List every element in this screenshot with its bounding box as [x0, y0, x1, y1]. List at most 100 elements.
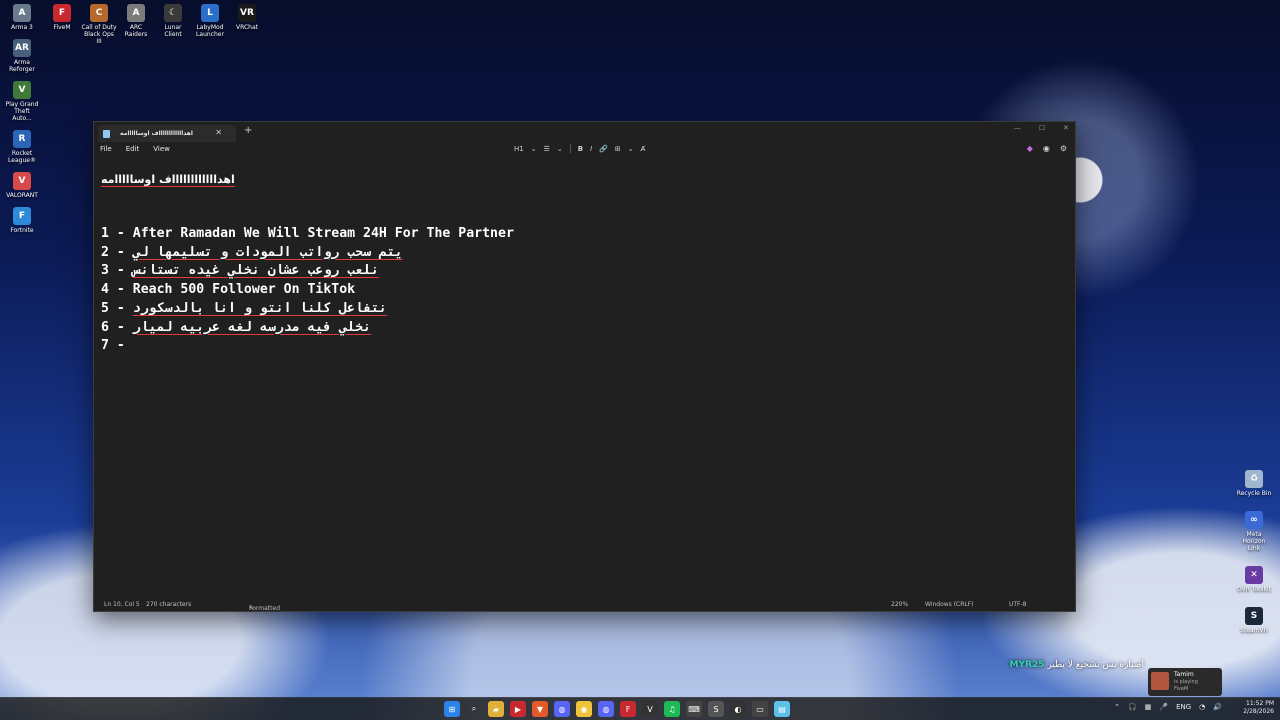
network-icon[interactable]: ▦ [1145, 703, 1152, 711]
fivem-icon: F [53, 4, 71, 22]
account-icon[interactable]: ◉ [1043, 144, 1050, 153]
settings-gear-icon[interactable]: ⚙ [1060, 144, 1067, 153]
toolbar-divider [569, 144, 571, 153]
format-toolbar: H1 ⌄ ☰ ⌄ B I 🔗 ⊞ ⌄ A̸ [514, 144, 645, 153]
status-bar: Ln 10, Col 5 270 characters ✎ Formatted … [94, 597, 1075, 612]
time: 11:52 PM [1246, 700, 1274, 707]
chevron-down-icon: ⌄ [556, 144, 563, 153]
volume-icon[interactable]: 🔊 [1213, 703, 1222, 711]
language-indicator[interactable]: ENG [1176, 703, 1191, 711]
clear-formatting-icon[interactable]: A̸ [641, 145, 646, 153]
list-item: 4 - Reach 500 Follower On TikTok [101, 282, 356, 298]
heading-dropdown[interactable]: H1 [514, 145, 524, 153]
menu-view[interactable]: View [153, 145, 170, 153]
arma-reforger-icon: AR [13, 39, 31, 57]
notepad-task-icon[interactable]: ▤ [774, 701, 790, 717]
popup-game: FiveM [1174, 686, 1189, 692]
zoom-level[interactable]: 220% [891, 601, 908, 608]
discord-canary-icon[interactable]: ◍ [598, 701, 614, 717]
desktop-icon-steamvr[interactable]: S SteamVR [1236, 607, 1272, 634]
menu-file[interactable]: File [100, 145, 112, 153]
desktop-icon-arc-raiders[interactable]: A ARC Raiders [118, 4, 154, 45]
spotify-icon[interactable]: ♫ [664, 701, 680, 717]
list-icon[interactable]: ☰ [544, 145, 550, 153]
taskbar: ⊞ ⌕ ▰ ▶ ▼ ◍ ◉ ◍ F V ♫ ⌨ S ◐ ▭ ▤ ⌃ 🎧 ▦ 🎤 … [0, 697, 1280, 720]
media-icon[interactable]: ▶ [510, 701, 526, 717]
menu-edit[interactable]: Edit [126, 145, 140, 153]
fortnite-icon: F [13, 207, 31, 225]
avatar [1151, 672, 1169, 690]
right-controls: ◆ ◉ ⚙ [1027, 144, 1067, 153]
brave-icon[interactable]: ▼ [532, 701, 548, 717]
valorant-icon: V [13, 172, 31, 190]
list-item: 6 - نخلي فيه مدرسه لغه عربيه لميار [101, 319, 371, 335]
list-item: 2 - يتم سحب رواتب المودات و تسليمها لي [101, 244, 403, 260]
rocket-league-icon: R [13, 130, 31, 148]
desktop-icon-meta-link[interactable]: ∞ Meta Horizon Link [1236, 511, 1272, 552]
fivem-task-icon[interactable]: F [620, 701, 636, 717]
vrchat-task-icon[interactable]: V [642, 701, 658, 717]
start-icon[interactable]: ⊞ [444, 701, 460, 717]
tab-document[interactable]: اهدااااااااااااف اوسااااامه ✕ [98, 125, 236, 142]
desktop-icon-cod[interactable]: C Call of Duty Black Ops III [81, 4, 117, 45]
steam-icon[interactable]: S [708, 701, 724, 717]
maximize-icon[interactable]: ☐ [1039, 124, 1045, 132]
arma3-icon: A [13, 4, 31, 22]
popup-user: Tamim [1174, 671, 1194, 678]
discord-icon[interactable]: ◍ [554, 701, 570, 717]
tray-chevron-icon[interactable]: ⌃ [1114, 703, 1120, 711]
close-window-icon[interactable]: ✕ [1063, 124, 1069, 132]
link-icon[interactable]: 🔗 [599, 145, 608, 153]
editor-area[interactable]: اهدااااااااااااف اوسااااامه 1 - After Ra… [94, 158, 1075, 597]
title-bar: اهدااااااااااااف اوسااااامه ✕ + — ☐ ✕ [94, 122, 1075, 142]
date: 2/28/2026 [1243, 708, 1274, 715]
terminal-icon[interactable]: ⌨ [686, 701, 702, 717]
desktop-icon-lunar-client[interactable]: ☾ Lunar Client [155, 4, 191, 45]
mic-icon[interactable]: 🎤 [1159, 703, 1168, 711]
desktop-icon-fivem[interactable]: F FiveM [44, 4, 80, 45]
taskbar-apps: ⊞ ⌕ ▰ ▶ ▼ ◍ ◉ ◍ F V ♫ ⌨ S ◐ ▭ ▤ [444, 701, 790, 717]
chrome-icon[interactable]: ◉ [576, 701, 592, 717]
desktop-icon-arma-reforger[interactable]: AR Arma Reforger [4, 39, 40, 73]
desktop-top-icons: F FiveM C Call of Duty Black Ops III A ARC … [44, 4, 265, 45]
desktop-icon-labymod[interactable]: L LabyMod Launcher [192, 4, 228, 45]
document-heading: اهدااااااااااااف اوسااااامه [101, 173, 235, 186]
list-item: 5 - نتفاعل كلنا انتو و انا بالدسكورد [101, 300, 387, 316]
search-icon[interactable]: ⌕ [466, 701, 482, 717]
file-explorer-icon[interactable]: ▰ [488, 701, 504, 717]
menu-bar: File Edit View H1 ⌄ ☰ ⌄ B I 🔗 ⊞ ⌄ A̸ ◆ ◉… [94, 142, 1075, 158]
window-icon[interactable]: ▭ [752, 701, 768, 717]
wifi-icon[interactable]: ◔ [1199, 703, 1205, 711]
desktop-icon-arma3[interactable]: A Arma 3 [4, 4, 40, 31]
italic-button[interactable]: I [590, 145, 592, 153]
activity-popup[interactable]: Tamim is playing FiveM [1148, 668, 1222, 696]
list-item: 3 - نلعب روعب عشان نخلي غيده تستانس [101, 263, 379, 279]
chevron-down-icon: ⌄ [530, 144, 537, 153]
desktop-icon-vrchat[interactable]: VR VRChat [229, 4, 265, 45]
table-icon[interactable]: ⊞ [615, 145, 621, 153]
chat-username: MYR25 [1009, 660, 1045, 670]
desktop-icon-recycle-bin[interactable]: ♻ Recycle Bin [1236, 470, 1272, 497]
tab-title: اهدااااااااااااف اوسااااامه [120, 130, 193, 137]
close-tab-icon[interactable]: ✕ [215, 128, 222, 137]
app-icon[interactable]: ◐ [730, 701, 746, 717]
window-controls: — ☐ ✕ [1014, 124, 1069, 132]
desktop-icon-ovr-toolkit[interactable]: ✕ OVR Toolkit [1236, 566, 1272, 593]
desktop-icon-gta[interactable]: V Play Grand Theft Auto... [4, 81, 40, 122]
new-tab-button[interactable]: + [244, 125, 252, 136]
encoding[interactable]: UTF-8 [1009, 601, 1027, 608]
list-item: 1 - After Ramadan We Will Stream 24H For… [101, 226, 514, 241]
desktop-icon-rocket-league[interactable]: R Rocket League® [4, 130, 40, 164]
desktop-icon-valorant[interactable]: V VALORANT [4, 172, 40, 199]
clock[interactable]: 11:52 PM 2/28/2026 [1243, 700, 1274, 716]
desktop-right-icons: ♻ Recycle Bin ∞ Meta Horizon Link ✕ OVR Too… [1236, 470, 1272, 634]
headset-icon[interactable]: 🎧 [1128, 703, 1137, 711]
character-count: 270 characters [146, 601, 192, 608]
goal-list: 1 - After Ramadan We Will Stream 24H For… [101, 225, 1068, 356]
copilot-icon[interactable]: ◆ [1027, 144, 1033, 153]
line-ending[interactable]: Windows (CRLF) [925, 601, 974, 608]
gta-icon: V [13, 81, 31, 99]
bold-button[interactable]: B [578, 145, 583, 153]
desktop-icon-fortnite[interactable]: F Fortnite [4, 207, 40, 234]
minimize-icon[interactable]: — [1014, 124, 1021, 132]
